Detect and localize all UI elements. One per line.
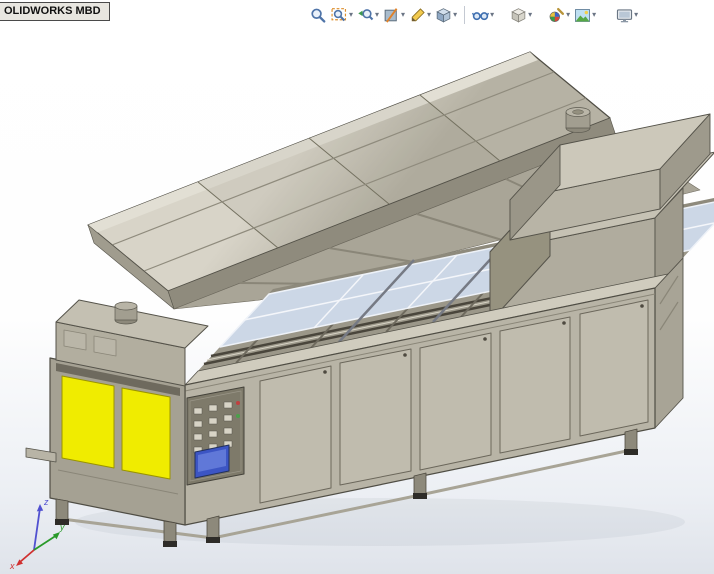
chimney-knob[interactable] — [565, 107, 591, 133]
triad-y-label: y — [59, 522, 65, 532]
annotation-views-button[interactable]: ▾ — [407, 5, 433, 26]
triad-z-label: z — [43, 497, 49, 507]
knob-cylinder[interactable] — [114, 301, 138, 325]
zoom-to-area-button[interactable]: ▾ — [329, 5, 355, 26]
apply-scene-icon — [575, 8, 591, 22]
triad-x-label: x — [9, 561, 15, 570]
annotation-views-icon — [411, 7, 425, 21]
indicator-red — [236, 401, 240, 405]
view-orientation-icon — [511, 7, 526, 22]
dropdown-arrow[interactable]: ▾ — [453, 11, 457, 19]
dropdown-arrow[interactable]: ▾ — [375, 11, 379, 19]
dropdown-arrow[interactable]: ▾ — [401, 11, 405, 19]
display-style-button[interactable]: ▾ — [433, 5, 459, 26]
warning-panel[interactable] — [61, 375, 115, 469]
warning-panel[interactable] — [121, 387, 171, 480]
previous-view-button[interactable]: ▾ — [355, 5, 381, 26]
toolbar-separator — [464, 6, 466, 24]
previous-view-icon — [358, 8, 374, 20]
section-view-icon — [384, 7, 398, 23]
machine-control-panel[interactable] — [186, 386, 245, 486]
section-view-button[interactable]: ▾ — [381, 5, 407, 26]
machine-right-end[interactable] — [654, 187, 684, 429]
dropdown-arrow[interactable]: ▾ — [566, 11, 570, 19]
model-viewport[interactable] — [0, 0, 714, 574]
view-settings-icon — [617, 8, 633, 22]
zoom-to-fit-button[interactable] — [308, 5, 329, 26]
dropdown-arrow[interactable]: ▾ — [592, 11, 596, 19]
solidworks-mbd-banner: OLIDWORKS MBD — [0, 2, 110, 21]
zoom-to-fit-icon — [311, 8, 326, 23]
view-orientation-button[interactable]: ▾ — [508, 5, 534, 26]
indicator-green — [236, 414, 240, 418]
edit-appearance-icon — [549, 7, 565, 22]
hide-show-items-icon — [472, 11, 490, 20]
display-style-icon — [436, 7, 451, 22]
view-settings-button[interactable]: ▾ — [614, 5, 640, 26]
reference-triad: z y x — [9, 497, 65, 570]
edit-appearance-button[interactable]: ▾ — [546, 5, 572, 26]
dropdown-arrow[interactable]: ▾ — [427, 11, 431, 19]
viewport-background[interactable]: OLIDWORKS MBD ▾ ▾ ▾ ▾ ▾ ▾ ▾ ▾ ▾ ▾ z y x — [0, 0, 714, 574]
apply-scene-button[interactable]: ▾ — [572, 5, 598, 26]
dropdown-arrow[interactable]: ▾ — [528, 11, 532, 19]
zoom-to-area-icon — [331, 7, 347, 21]
machine-left-end[interactable] — [49, 357, 186, 526]
dropdown-arrow[interactable]: ▾ — [349, 11, 353, 19]
dropdown-arrow[interactable]: ▾ — [634, 11, 638, 19]
model-3d-machine[interactable] — [25, 51, 714, 547]
dropdown-arrow[interactable]: ▾ — [490, 11, 494, 19]
hide-show-items-button[interactable]: ▾ — [470, 5, 496, 26]
heads-up-toolbar: ▾ ▾ ▾ ▾ ▾ ▾ ▾ ▾ ▾ ▾ — [308, 3, 640, 27]
